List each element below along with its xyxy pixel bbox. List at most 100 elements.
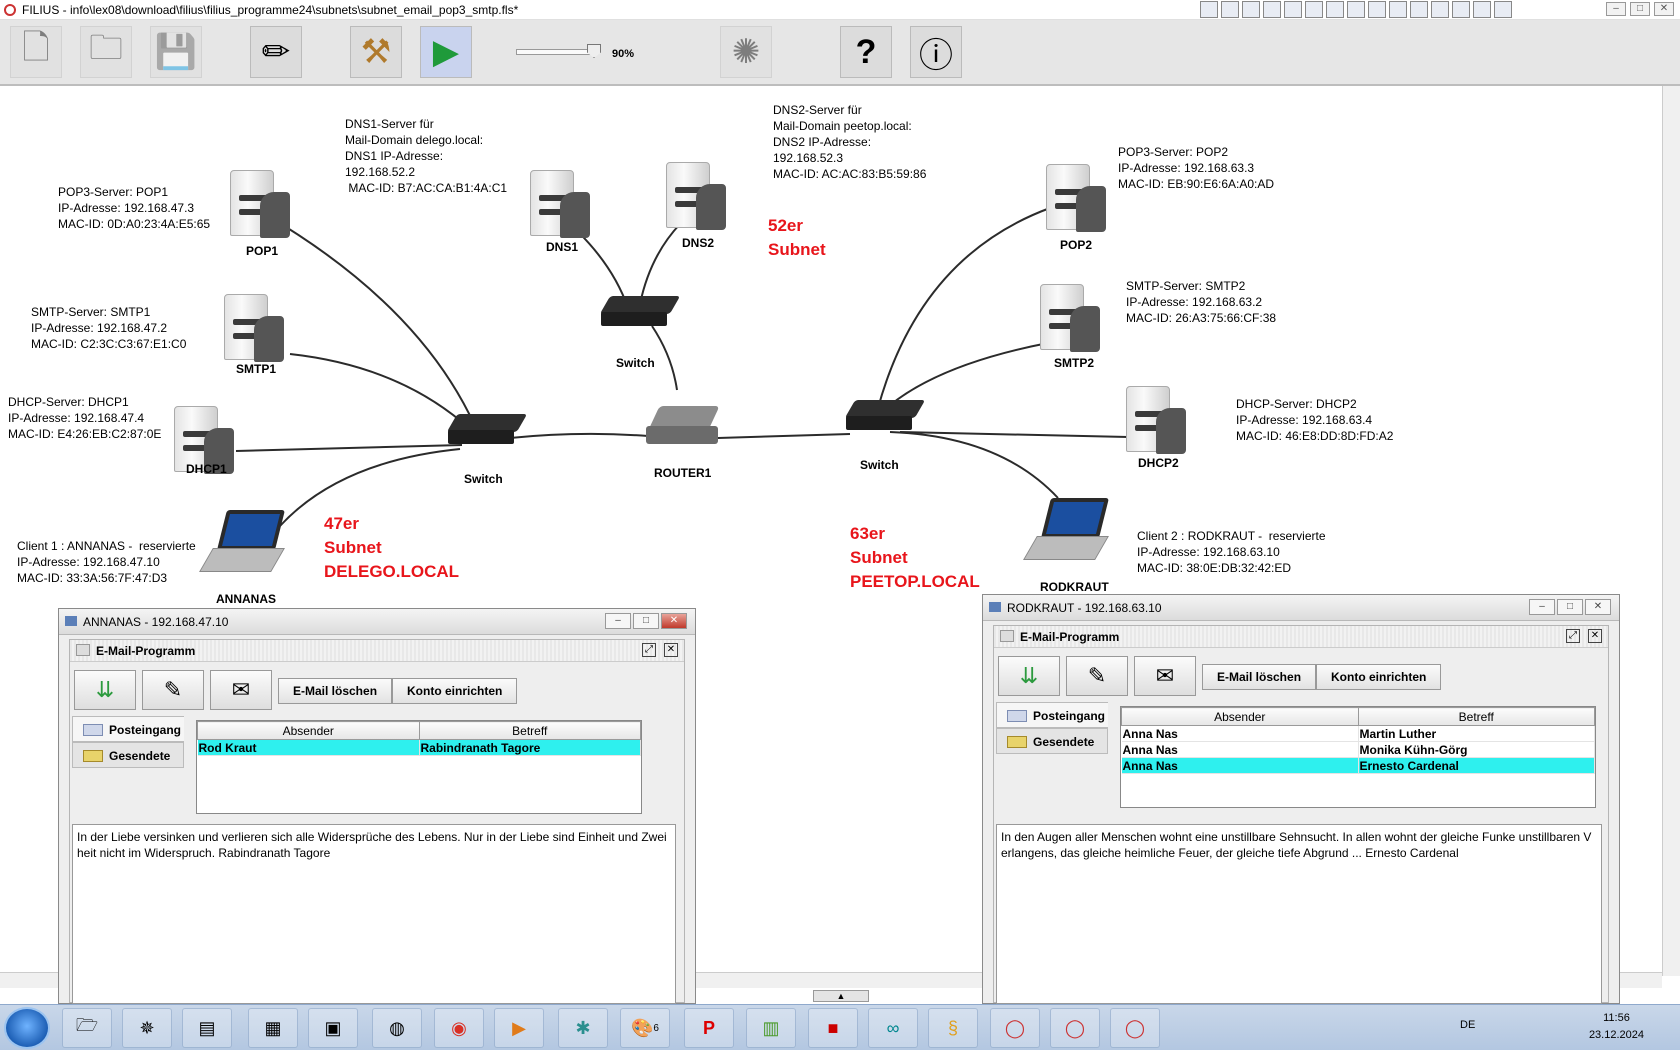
table-row[interactable]: Anna Nas Ernesto Cardenal — [1121, 757, 1595, 774]
smtp1-server-icon[interactable] — [224, 284, 284, 364]
setup-account-button[interactable]: Konto einrichten — [1316, 664, 1442, 690]
taskbar-app-button[interactable]: P — [684, 1008, 734, 1048]
mail-list-table[interactable]: Absender Betreff Anna Nas Martin Luther … — [1120, 706, 1596, 808]
minimize-button[interactable]: – — [605, 613, 631, 629]
open-file-button[interactable]: 🗀 — [80, 26, 132, 78]
annanas-laptop-icon[interactable] — [199, 508, 286, 578]
minimize-button[interactable]: – — [1606, 2, 1626, 16]
tab-inbox[interactable]: Posteingang — [996, 702, 1108, 728]
clock[interactable]: 11:56 23.12.2024 — [1589, 1010, 1644, 1044]
info-button[interactable]: ⓘ — [910, 26, 962, 78]
switch1-icon[interactable] — [446, 414, 528, 448]
zoom-slider-thumb[interactable] — [587, 44, 601, 58]
quicklaunch-icon[interactable] — [1221, 1, 1239, 18]
maximize-button[interactable]: □ — [1630, 2, 1650, 16]
switch3-icon[interactable] — [599, 296, 681, 330]
maximize-button[interactable]: □ — [1557, 599, 1583, 615]
close-button[interactable]: ✕ — [661, 613, 687, 629]
paint-taskbar-button[interactable]: 🎨 6 — [620, 1008, 670, 1048]
setup-account-button[interactable]: Konto einrichten — [392, 678, 518, 704]
arduino-taskbar-button[interactable]: ∞ — [868, 1008, 918, 1048]
filius-taskbar-button[interactable]: ◯ — [1050, 1008, 1100, 1048]
simulation-mode-button[interactable]: ▶ — [420, 26, 472, 78]
language-indicator[interactable]: DE — [1460, 1019, 1475, 1031]
message-body[interactable]: In den Augen aller Menschen wohnt eine u… — [996, 824, 1602, 1004]
close-button[interactable]: ✕ — [1654, 2, 1674, 16]
quicklaunch-icon[interactable] — [1431, 1, 1449, 18]
rodkraut-window-titlebar[interactable]: RODKRAUT - 192.168.63.10 – □ ✕ — [983, 595, 1619, 621]
taskbar-app-button[interactable]: ◍ — [372, 1008, 422, 1048]
annanas-window[interactable]: ANNANAS - 192.168.47.10 – □ ✕ E-Mail-Progr… — [58, 608, 696, 1004]
router1-icon[interactable] — [646, 404, 722, 450]
delete-mail-button[interactable]: E-Mail löschen — [278, 678, 393, 704]
minimize-button[interactable]: – — [1529, 599, 1555, 615]
taskbar-app-button[interactable]: ■ — [808, 1008, 858, 1048]
close-icon[interactable]: ✕ — [1588, 629, 1602, 643]
taskbar-app-button[interactable]: ✱ — [558, 1008, 608, 1048]
quicklaunch-icon[interactable] — [1284, 1, 1302, 18]
chrome-taskbar-button[interactable]: ◉ — [434, 1008, 484, 1048]
reply-mail-button[interactable]: ✉ — [210, 670, 272, 710]
column-subject[interactable]: Betreff — [1357, 707, 1595, 726]
quicklaunch-icon[interactable] — [1452, 1, 1470, 18]
table-row[interactable]: Rod Kraut Rabindranath Tagore — [197, 739, 641, 756]
save-file-button[interactable]: 💾 — [150, 26, 202, 78]
taskbar-app-button[interactable]: ✵ — [122, 1008, 172, 1048]
pop1-server-icon[interactable] — [230, 160, 290, 240]
filius-taskbar-button[interactable]: ◯ — [1110, 1008, 1160, 1048]
tab-sent[interactable]: Gesendete — [996, 728, 1108, 754]
restore-icon[interactable]: ⤢ — [642, 643, 656, 657]
quicklaunch-icon[interactable] — [1368, 1, 1386, 18]
taskbar-app-button[interactable]: ▥ — [746, 1008, 796, 1048]
taskbar-app-button[interactable]: § — [928, 1008, 978, 1048]
quicklaunch-icon[interactable] — [1473, 1, 1491, 18]
fetch-mail-button[interactable]: ⇊ — [998, 656, 1060, 696]
quicklaunch-icon[interactable] — [1410, 1, 1428, 18]
close-button[interactable]: ✕ — [1585, 599, 1611, 615]
reply-mail-button[interactable]: ✉ — [1134, 656, 1196, 696]
rodkraut-window[interactable]: RODKRAUT - 192.168.63.10 – □ ✕ E-Mail-Prog… — [982, 594, 1620, 1004]
close-icon[interactable]: ✕ — [664, 643, 678, 657]
column-sender[interactable]: Absender — [197, 721, 420, 740]
quicklaunch-icon[interactable] — [1200, 1, 1218, 18]
compose-mail-button[interactable]: ✎ — [1066, 656, 1128, 696]
vertical-scrollbar[interactable] — [1662, 86, 1680, 976]
quicklaunch-icon[interactable] — [1326, 1, 1344, 18]
mail-list-table[interactable]: Absender Betreff Rod Kraut Rabindranath … — [196, 720, 642, 814]
annanas-window-titlebar[interactable]: ANNANAS - 192.168.47.10 – □ ✕ — [59, 609, 695, 635]
panel-toggle-button[interactable]: ▲ — [813, 990, 869, 1002]
tab-inbox[interactable]: Posteingang — [72, 716, 184, 742]
message-body[interactable]: In der Liebe versinken und verlieren sic… — [72, 824, 676, 1004]
table-row[interactable]: Anna Nas Monika Kühn-Görg — [1121, 741, 1595, 758]
explorer-taskbar-button[interactable]: 🗁 — [62, 1008, 112, 1048]
help-button[interactable]: ? — [840, 26, 892, 78]
switch2-icon[interactable] — [844, 400, 926, 434]
new-file-button[interactable]: 🗋 — [10, 26, 62, 78]
filius-taskbar-button[interactable]: ◯ — [990, 1008, 1040, 1048]
design-mode-button[interactable]: ✏ — [250, 26, 302, 78]
pop2-server-icon[interactable] — [1046, 154, 1106, 234]
smtp2-server-icon[interactable] — [1040, 274, 1100, 354]
start-button[interactable] — [4, 1007, 50, 1049]
taskbar-app-button[interactable]: ▤ — [182, 1008, 232, 1048]
quicklaunch-icon[interactable] — [1389, 1, 1407, 18]
dns1-server-icon[interactable] — [530, 160, 590, 240]
quicklaunch-icon[interactable] — [1305, 1, 1323, 18]
compose-mail-button[interactable]: ✎ — [142, 670, 204, 710]
quicklaunch-icon[interactable] — [1242, 1, 1260, 18]
media-player-taskbar-button[interactable]: ▶ — [494, 1008, 544, 1048]
table-row[interactable]: Anna Nas Martin Luther — [1121, 725, 1595, 742]
restore-icon[interactable]: ⤢ — [1566, 629, 1580, 643]
zoom-slider[interactable] — [516, 49, 596, 55]
dhcp2-server-icon[interactable] — [1126, 376, 1186, 456]
fetch-mail-button[interactable]: ⇊ — [74, 670, 136, 710]
build-mode-button[interactable]: ⚒ — [350, 26, 402, 78]
taskbar-app-button[interactable]: ▦ — [248, 1008, 298, 1048]
tab-sent[interactable]: Gesendete — [72, 742, 184, 768]
delete-mail-button[interactable]: E-Mail löschen — [1202, 664, 1317, 690]
column-subject[interactable]: Betreff — [418, 721, 641, 740]
quicklaunch-icon[interactable] — [1347, 1, 1365, 18]
quicklaunch-icon[interactable] — [1263, 1, 1281, 18]
column-sender[interactable]: Absender — [1121, 707, 1359, 726]
wizard-button[interactable]: ✺ — [720, 26, 772, 78]
